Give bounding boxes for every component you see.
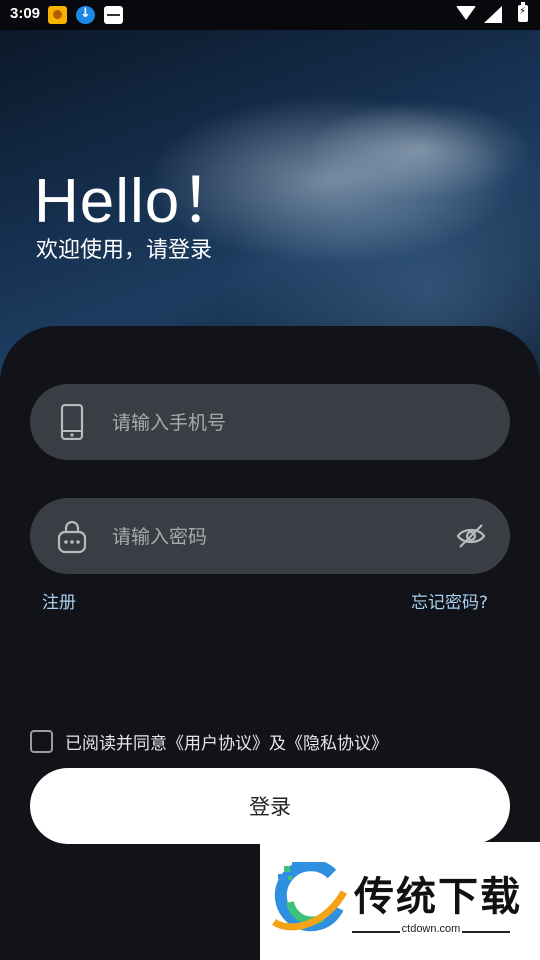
download-icon bbox=[76, 6, 95, 24]
agreement-checkbox[interactable] bbox=[30, 729, 53, 753]
battery-charging-icon bbox=[518, 2, 528, 22]
agreement-row: 已阅读并同意《用户协议》及《隐私协议》 bbox=[30, 728, 388, 754]
register-link[interactable]: 注册 bbox=[42, 588, 76, 613]
login-button[interactable]: 登录 bbox=[30, 768, 510, 844]
status-time: 3:09 bbox=[10, 5, 41, 22]
phone-icon bbox=[60, 404, 84, 440]
lock-icon bbox=[57, 520, 87, 554]
ctdown-logo-icon bbox=[272, 862, 348, 932]
watermark-url: ctdown.com bbox=[401, 923, 461, 935]
status-bar: 3:09 bbox=[0, 0, 540, 30]
hello-title: Hello！ bbox=[34, 167, 244, 236]
phone-field[interactable] bbox=[30, 384, 510, 462]
eye-off-icon[interactable] bbox=[456, 522, 486, 550]
phone-input[interactable] bbox=[110, 384, 444, 462]
password-field[interactable] bbox=[30, 498, 510, 576]
forgot-password-link[interactable]: 忘记密码? bbox=[411, 588, 488, 613]
watermark: 传统下载 ctdown.com bbox=[260, 842, 540, 960]
divider bbox=[462, 931, 510, 933]
watermark-title: 传统下载 bbox=[354, 874, 522, 920]
signal-icon bbox=[484, 6, 502, 23]
agreement-text[interactable]: 已阅读并同意《用户协议》及《隐私协议》 bbox=[65, 729, 388, 754]
welcome-subtitle: 欢迎使用，请登录 bbox=[36, 238, 213, 263]
app-notification-icon bbox=[48, 6, 67, 24]
divider bbox=[352, 931, 400, 933]
wifi-icon bbox=[456, 6, 476, 20]
app-notification-icon bbox=[104, 6, 123, 24]
password-input[interactable] bbox=[110, 498, 444, 576]
